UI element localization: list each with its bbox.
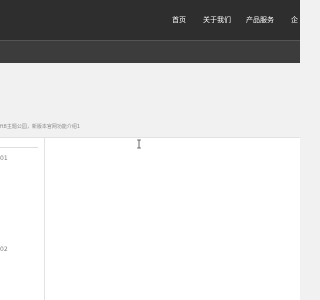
text-cursor-icon	[137, 139, 141, 149]
sidebar-item-01[interactable]: 01	[0, 155, 8, 163]
content-panel: 01 02	[0, 137, 300, 300]
sub-header-band	[0, 41, 300, 63]
top-navigation-bar: 首页 关于我们 产品服务 企	[0, 0, 300, 40]
sidebar-divider	[0, 147, 38, 148]
intro-description: ft8主题公园，新版本官网功能介绍1	[0, 124, 80, 130]
nav-item-about[interactable]: 关于我们	[203, 15, 231, 25]
sidebar: 01 02	[0, 138, 45, 300]
sidebar-item-02[interactable]: 02	[0, 246, 8, 254]
nav-item-company[interactable]: 企	[291, 15, 298, 25]
nav-item-products[interactable]: 产品服务	[246, 15, 274, 25]
nav-item-home[interactable]: 首页	[172, 15, 186, 25]
